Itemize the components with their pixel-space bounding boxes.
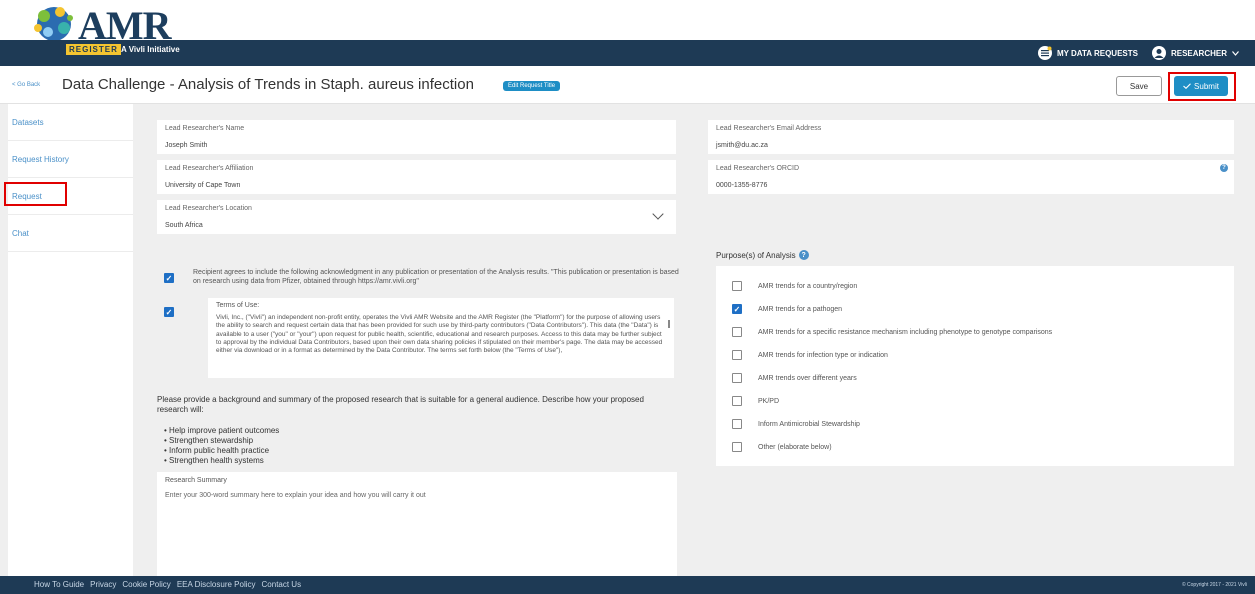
help-icon[interactable]: ? bbox=[1220, 164, 1228, 172]
data-requests-icon bbox=[1037, 46, 1052, 60]
user-menu[interactable]: RESEARCHER bbox=[1151, 46, 1239, 60]
lead-name-value: Joseph Smith bbox=[165, 142, 208, 149]
user-avatar-icon bbox=[1151, 46, 1166, 60]
footer-link-privacy[interactable]: Privacy bbox=[90, 580, 116, 589]
copyright: © Copyright 2017 - 2021 Vivli bbox=[1181, 582, 1247, 588]
my-data-requests-label: MY DATA REQUESTS bbox=[1056, 48, 1138, 58]
footer-link-guide[interactable]: How To Guide bbox=[34, 580, 84, 589]
list-item: • Inform public health practice bbox=[164, 446, 270, 455]
purpose-options: AMR trends for a country/region ✓ AMR tr… bbox=[716, 266, 1234, 466]
lead-email-value: jsmith@du.ac.za bbox=[716, 142, 768, 149]
lead-orcid-value: 0000-1355-8776 bbox=[716, 182, 768, 189]
purpose-option-pathogen[interactable]: ✓ AMR trends for a pathogen bbox=[732, 303, 842, 315]
terms-of-use-box[interactable]: Terms of Use: Vivli, Inc., ("Vivli") an … bbox=[208, 298, 674, 378]
lead-affiliation-label: Lead Researcher's Affiliation bbox=[165, 165, 254, 172]
terms-checkbox[interactable]: ✓ bbox=[164, 307, 174, 317]
purpose-option-resistance-mechanism[interactable]: AMR trends for a specific resistance mec… bbox=[732, 326, 1052, 338]
purpose-option-years[interactable]: AMR trends over different years bbox=[732, 372, 857, 384]
lead-orcid-label: Lead Researcher's ORCID bbox=[716, 165, 800, 172]
terms-scrollbar[interactable] bbox=[668, 320, 670, 328]
purpose-title: Purpose(s) of Analysis ? bbox=[716, 250, 809, 260]
checkbox[interactable] bbox=[732, 281, 742, 291]
register-tag: REGISTER bbox=[66, 44, 121, 55]
research-prompt: Please provide a background and summary … bbox=[157, 395, 644, 414]
checkbox[interactable]: ✓ bbox=[732, 304, 742, 314]
request-header: < Go Back Data Challenge - Analysis of T… bbox=[0, 66, 1255, 104]
research-bullets: • Help improve patient outcomes • Streng… bbox=[164, 426, 279, 466]
sidebar-item-request-history[interactable]: Request History bbox=[8, 141, 133, 178]
research-summary-label: Research Summary bbox=[165, 477, 227, 484]
lead-affiliation-field[interactable]: Lead Researcher's Affiliation University… bbox=[157, 160, 676, 194]
purpose-option-pkpd[interactable]: PK/PD bbox=[732, 395, 779, 407]
initiative-tagline: A Vivli Initiative bbox=[121, 45, 180, 54]
edit-request-title-button[interactable]: Edit Request Title bbox=[503, 81, 561, 91]
lead-orcid-field[interactable]: Lead Researcher's ORCID 0000-1355-8776 ? bbox=[708, 160, 1234, 194]
lead-location-label: Lead Researcher's Location bbox=[165, 205, 252, 212]
footer-links: How To Guide Privacy Cookie Policy EEA D… bbox=[34, 580, 301, 589]
checkbox[interactable] bbox=[732, 327, 742, 337]
lead-affiliation-value: University of Cape Town bbox=[165, 182, 241, 189]
list-item: • Strengthen stewardship bbox=[164, 436, 254, 445]
purpose-option-country[interactable]: AMR trends for a country/region bbox=[732, 280, 857, 292]
lead-name-label: Lead Researcher's Name bbox=[165, 125, 245, 132]
acknowledgment-text: Recipient agrees to include the followin… bbox=[193, 269, 679, 285]
request-highlight-box bbox=[4, 182, 67, 206]
footer: How To Guide Privacy Cookie Policy EEA D… bbox=[0, 576, 1255, 594]
user-name: RESEARCHER bbox=[1170, 48, 1227, 58]
chevron-down-icon bbox=[652, 208, 664, 220]
checkbox[interactable] bbox=[732, 396, 742, 406]
lead-email-label: Lead Researcher's Email Address bbox=[716, 125, 822, 132]
research-summary-placeholder: Enter your 300-word summary here to expl… bbox=[165, 492, 426, 499]
sidebar-item-datasets[interactable]: Datasets bbox=[8, 104, 133, 141]
page-title: Data Challenge - Analysis of Trends in S… bbox=[62, 76, 474, 93]
checkbox[interactable] bbox=[732, 350, 742, 360]
sidebar: Datasets Request History Request Chat bbox=[8, 104, 133, 576]
checkbox[interactable] bbox=[732, 419, 742, 429]
sidebar-item-chat[interactable]: Chat bbox=[8, 215, 133, 252]
research-summary-textarea[interactable]: Research Summary Enter your 300-word sum… bbox=[157, 472, 677, 576]
lead-email-field[interactable]: Lead Researcher's Email Address jsmith@d… bbox=[708, 120, 1234, 154]
lead-location-select[interactable]: Lead Researcher's Location South Africa bbox=[157, 200, 676, 234]
purpose-option-other[interactable]: Other (elaborate below) bbox=[732, 441, 832, 453]
footer-link-eea[interactable]: EEA Disclosure Policy bbox=[177, 580, 256, 589]
lead-location-value: South Africa bbox=[165, 222, 203, 229]
save-button[interactable]: Save bbox=[1116, 76, 1162, 96]
list-item: • Help improve patient outcomes bbox=[164, 426, 280, 435]
checkbox[interactable] bbox=[732, 373, 742, 383]
my-data-requests-link[interactable]: MY DATA REQUESTS bbox=[1037, 46, 1138, 60]
footer-link-cookie[interactable]: Cookie Policy bbox=[122, 580, 170, 589]
list-item: • Strengthen health systems bbox=[164, 456, 264, 465]
lead-name-field[interactable]: Lead Researcher's Name Joseph Smith bbox=[157, 120, 676, 154]
go-back-link[interactable]: < Go Back bbox=[12, 82, 40, 88]
globe-icon bbox=[34, 7, 73, 41]
checkbox[interactable] bbox=[732, 442, 742, 452]
purpose-option-infection-type[interactable]: AMR trends for infection type or indicat… bbox=[732, 349, 888, 361]
acknowledgment-checkbox[interactable]: ✓ bbox=[164, 273, 174, 283]
submit-highlight-box bbox=[1168, 72, 1236, 101]
terms-body: Vivli, Inc., ("Vivli") an independent no… bbox=[216, 314, 663, 355]
footer-link-contact[interactable]: Contact Us bbox=[262, 580, 302, 589]
help-icon[interactable]: ? bbox=[798, 250, 809, 260]
purpose-option-stewardship[interactable]: Inform Antimicrobial Stewardship bbox=[732, 418, 860, 430]
chevron-down-icon bbox=[1232, 50, 1239, 56]
top-nav-right: MY DATA REQUESTS RESEARCHER bbox=[1037, 40, 1239, 66]
terms-title: Terms of Use: bbox=[216, 302, 260, 309]
